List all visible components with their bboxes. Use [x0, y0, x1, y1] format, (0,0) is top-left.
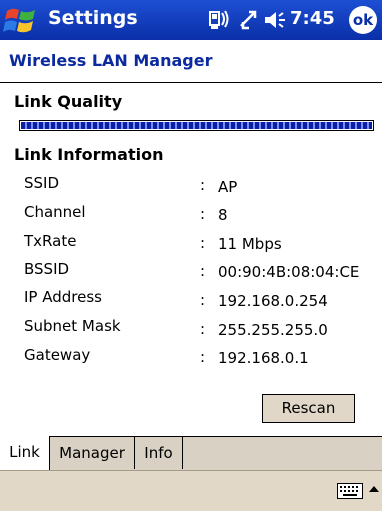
info-label: Subnet Mask: [24, 317, 121, 335]
rescan-button[interactable]: Rescan: [262, 394, 355, 423]
info-separator: :: [200, 205, 206, 223]
tab-link[interactable]: Link: [0, 436, 50, 470]
info-separator: :: [200, 348, 206, 366]
keyboard-icon[interactable]: [337, 483, 363, 499]
link-information-title: Link Information: [14, 145, 164, 164]
info-label: BSSID: [24, 260, 70, 278]
sync-arrows-icon[interactable]: [238, 9, 260, 31]
title-bar: Settings 7:45 ok: [0, 0, 382, 40]
tab-strip: Link Manager Info: [0, 436, 382, 471]
tab-info[interactable]: Info: [135, 437, 183, 469]
info-value-bssid: 00:90:4B:08:04:CE: [218, 263, 360, 281]
page-title: Wireless LAN Manager: [9, 51, 213, 70]
info-label: Channel: [24, 203, 86, 221]
link-quality-title: Link Quality: [14, 92, 123, 111]
clock[interactable]: 7:45: [290, 8, 335, 29]
info-separator: :: [200, 262, 206, 280]
info-value-ssid: AP: [218, 178, 238, 196]
info-separator: :: [200, 320, 206, 338]
info-value-ip-address: 192.168.0.254: [218, 292, 328, 310]
info-label: Gateway: [24, 346, 91, 364]
windows-flag-icon[interactable]: [3, 3, 39, 37]
header-divider: [0, 82, 382, 83]
info-label: SSID: [24, 174, 60, 192]
tab-manager[interactable]: Manager: [50, 437, 135, 469]
speaker-icon[interactable]: [263, 9, 287, 31]
link-quality-fill: [21, 122, 372, 129]
up-arrow-icon[interactable]: [369, 485, 379, 493]
app-title: Settings: [48, 7, 138, 29]
info-value-channel: 8: [218, 206, 228, 224]
info-separator: :: [200, 291, 206, 309]
info-value-gateway: 192.168.0.1: [218, 349, 309, 367]
info-value-subnet-mask: 255.255.255.0: [218, 321, 328, 339]
info-label: IP Address: [24, 288, 102, 306]
info-separator: :: [200, 234, 206, 252]
info-value-txrate: 11 Mbps: [218, 235, 282, 253]
command-bar: [0, 470, 382, 511]
link-quality-bar: [19, 120, 374, 131]
ok-button[interactable]: ok: [349, 6, 377, 34]
info-separator: :: [200, 176, 206, 194]
info-label: TxRate: [24, 232, 77, 250]
connectivity-icon[interactable]: [209, 9, 233, 31]
